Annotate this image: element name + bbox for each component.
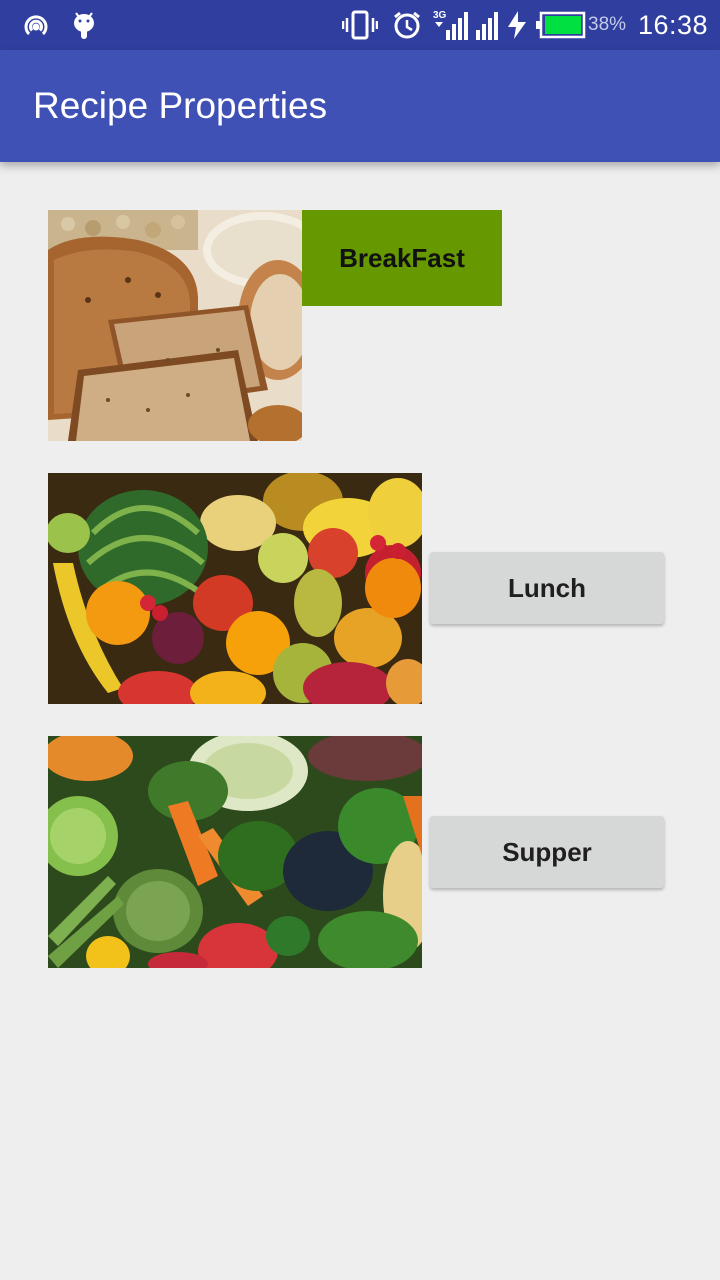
lunch-button[interactable]: Lunch [430,552,664,624]
breakfast-button[interactable]: BreakFast [302,210,502,306]
battery-icon [536,0,586,50]
status-time: 16:38 [638,9,709,40]
vibrate-icon [342,0,378,50]
fruits-image [48,473,422,704]
status-bar: 3G 38% 16:38 [0,0,720,50]
android-debug-icon [70,0,98,50]
battery-percent: 38% [588,14,627,35]
alarm-icon [392,0,422,50]
signal-icon [476,0,504,50]
charging-icon [506,0,528,50]
app-bar: Recipe Properties [0,50,720,162]
signal-3g-icon: 3G [432,0,468,50]
page-title: Recipe Properties [33,85,328,126]
hotspot-icon [20,0,52,50]
svg-text:3G: 3G [433,10,447,21]
bread-image [48,210,302,441]
supper-button[interactable]: Supper [430,816,664,888]
vegetables-image [48,736,422,968]
meal-list: BreakFast Lunch Supper [0,162,720,1280]
